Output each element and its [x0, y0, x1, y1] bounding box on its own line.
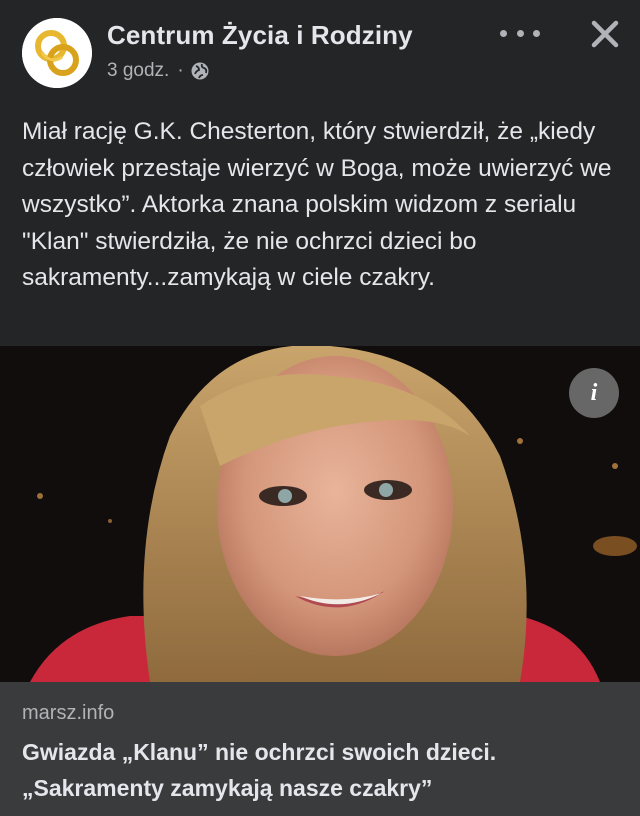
globe-icon — [191, 62, 209, 80]
rings-logo-icon — [22, 18, 92, 88]
more-options-icon[interactable] — [500, 20, 540, 46]
meta-separator: · — [177, 60, 184, 81]
link-title[interactable]: Gwiazda „Klanu” nie ochrzci swoich dziec… — [22, 734, 622, 806]
link-preview-image[interactable] — [0, 346, 640, 682]
post-time[interactable]: 3 godz. — [107, 60, 169, 82]
page-avatar[interactable] — [22, 18, 92, 88]
page-name[interactable]: Centrum Życia i Rodziny — [107, 20, 413, 51]
post-meta: 3 godz. · — [107, 60, 210, 82]
close-icon[interactable] — [585, 14, 625, 54]
post-header: Centrum Życia i Rodziny 3 godz. · — [0, 0, 640, 100]
info-icon[interactable]: i — [569, 368, 619, 418]
post-text: Miał rację G.K. Chesterton, który stwier… — [22, 118, 612, 291]
link-preview[interactable]: marsz.info Gwiazda „Klanu” nie ochrzci s… — [0, 682, 640, 816]
link-domain: marsz.info — [22, 702, 115, 724]
